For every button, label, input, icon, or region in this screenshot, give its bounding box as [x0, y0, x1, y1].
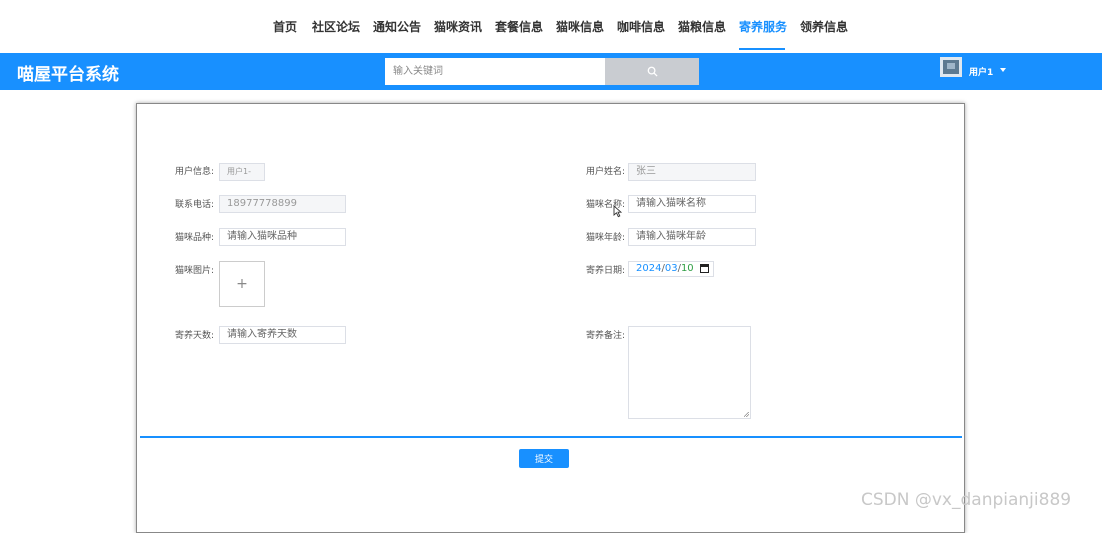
nav-item-home[interactable]: 首页 — [273, 18, 297, 35]
brand-title: 喵屋平台系统 — [17, 65, 119, 85]
nav-item-adoption[interactable]: 领养信息 — [800, 18, 848, 35]
cat-age-input[interactable]: 请输入猫咪年龄 — [628, 228, 756, 246]
cat-breed-input[interactable]: 请输入猫咪品种 — [219, 228, 346, 246]
date-month: 03 — [664, 263, 678, 274]
board-note-label: 寄养备注: — [586, 331, 626, 341]
user-name-label: 用户姓名: — [586, 167, 626, 177]
cat-image-upload[interactable]: + — [219, 261, 265, 307]
header-bar: 喵屋平台系统 用户1 — [0, 53, 1102, 90]
plus-icon: + — [236, 276, 248, 292]
nav-item-cats[interactable]: 猫咪信息 — [556, 18, 604, 35]
search-input[interactable] — [385, 58, 605, 85]
board-note-textarea[interactable] — [628, 326, 751, 419]
user-info-label: 用户信息: — [175, 167, 215, 177]
phone-field: 18977778899 — [219, 195, 346, 213]
mouse-cursor-icon — [613, 205, 622, 218]
nav-item-packages[interactable]: 套餐信息 — [495, 18, 543, 35]
user-name-field: 张三 — [628, 163, 756, 181]
avatar-image-detail — [947, 63, 955, 69]
cat-breed-label: 猫咪品种: — [175, 233, 215, 243]
cat-name-input[interactable]: 请输入猫咪名称 — [628, 195, 756, 213]
user-info-field: 用户1- — [219, 163, 265, 181]
date-day: 10 — [680, 263, 694, 274]
cat-age-label: 猫咪年龄: — [586, 233, 626, 243]
nav-active-indicator — [739, 48, 785, 50]
cat-image-label: 猫咪图片: — [175, 266, 215, 276]
nav-item-coffee[interactable]: 咖啡信息 — [617, 18, 665, 35]
form-divider — [140, 436, 962, 438]
board-date-input[interactable]: 2024/03/10 — [628, 261, 714, 277]
avatar[interactable] — [940, 57, 962, 77]
nav-item-notices[interactable]: 通知公告 — [373, 18, 421, 35]
nav-item-cat-news[interactable]: 猫咪资讯 — [434, 18, 482, 35]
search-button[interactable] — [605, 58, 699, 85]
date-year: 2024 — [636, 263, 662, 274]
nav-item-forum[interactable]: 社区论坛 — [312, 18, 360, 35]
board-days-label: 寄养天数: — [175, 331, 215, 341]
nav-item-cat-food[interactable]: 猫粮信息 — [678, 18, 726, 35]
chevron-down-icon[interactable] — [1000, 68, 1006, 72]
submit-button[interactable]: 提交 — [519, 449, 569, 468]
resize-handle-icon[interactable] — [744, 412, 749, 417]
board-date-label: 寄养日期: — [586, 266, 626, 276]
phone-label: 联系电话: — [175, 200, 215, 210]
top-nav: 首页 社区论坛 通知公告 猫咪资讯 套餐信息 猫咪信息 咖啡信息 猫粮信息 寄养… — [0, 0, 1102, 53]
calendar-icon[interactable] — [700, 264, 709, 273]
user-name[interactable]: 用户1 — [969, 65, 993, 78]
watermark: CSDN @vx_danpianji889 — [861, 490, 1072, 510]
board-days-input[interactable]: 请输入寄养天数 — [219, 326, 346, 344]
nav-item-boarding[interactable]: 寄养服务 — [739, 18, 787, 35]
search-icon — [647, 66, 658, 77]
boarding-form-card: 用户信息: 用户1- 用户姓名: 张三 联系电话: 18977778899 猫咪… — [136, 103, 965, 533]
